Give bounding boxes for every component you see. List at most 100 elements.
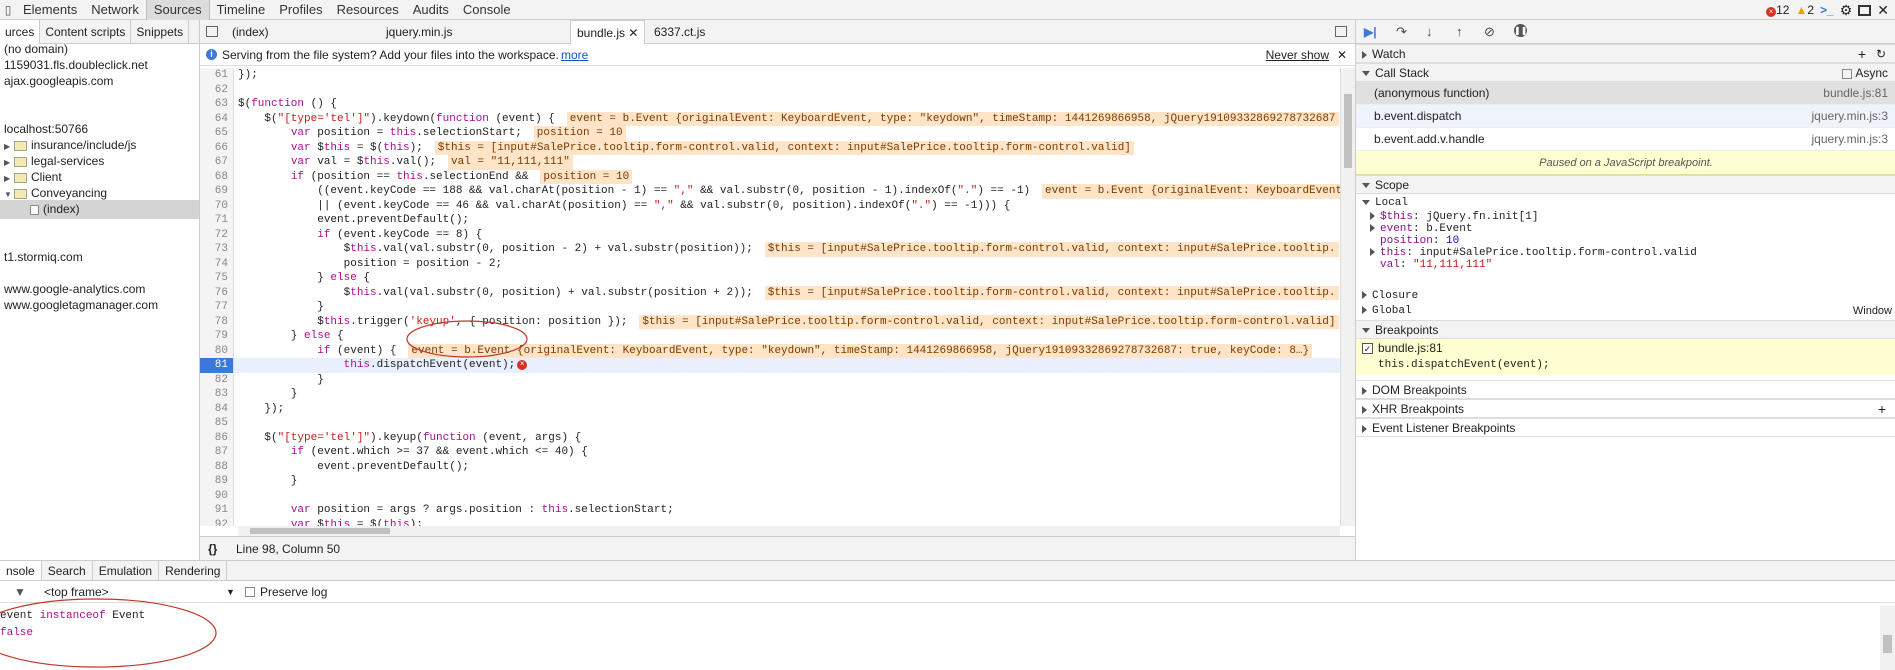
- tab-console[interactable]: nsole: [0, 561, 42, 580]
- expand-icon[interactable]: [1370, 224, 1375, 233]
- code-line[interactable]: 86 $("[type='tel']").keyup(function (eve…: [200, 430, 1340, 445]
- preserve-log-checkbox[interactable]: [245, 587, 255, 597]
- line-number[interactable]: 86: [200, 430, 234, 445]
- event-listener-breakpoints-header[interactable]: Event Listener Breakpoints: [1356, 418, 1895, 437]
- error-count[interactable]: × 12: [1766, 3, 1789, 17]
- close-tab-icon[interactable]: ✕: [628, 26, 638, 40]
- line-number[interactable]: 88: [200, 459, 234, 474]
- code-line[interactable]: 69 ((event.keyCode == 188 && val.charAt(…: [200, 184, 1340, 199]
- add-watch-icon[interactable]: +: [1858, 45, 1866, 64]
- call-frame[interactable]: b.event.add.v.handle jquery.min.js:3: [1356, 128, 1895, 151]
- code-line[interactable]: 92 var $this = $(this);: [200, 517, 1340, 526]
- line-number[interactable]: 66: [200, 140, 234, 155]
- pause-on-exceptions-icon[interactable]: ❚❚: [1514, 24, 1527, 37]
- code-line[interactable]: 63 $(function () {: [200, 97, 1340, 112]
- code-line[interactable]: 74 position = position - 2;: [200, 256, 1340, 271]
- code-line[interactable]: 88 event.preventDefault();: [200, 459, 1340, 474]
- tab-sources[interactable]: Sources: [145, 0, 210, 20]
- line-number[interactable]: 85: [200, 416, 234, 431]
- file-tab-jquery[interactable]: jquery.min.js: [380, 20, 458, 44]
- close-icon[interactable]: ✕: [1877, 2, 1889, 19]
- close-infobar-icon[interactable]: ✕: [1337, 44, 1347, 66]
- line-number[interactable]: 78: [200, 314, 234, 329]
- line-number[interactable]: 71: [200, 213, 234, 228]
- line-number[interactable]: 90: [200, 488, 234, 503]
- step-over-icon[interactable]: ↷: [1396, 24, 1407, 40]
- tab-rendering[interactable]: Rendering: [159, 561, 228, 580]
- tab-search[interactable]: Search: [42, 561, 93, 580]
- line-number[interactable]: 77: [200, 300, 234, 315]
- line-number[interactable]: 61: [200, 68, 234, 83]
- line-number[interactable]: 92: [200, 517, 234, 526]
- breakpoints-header[interactable]: Breakpoints: [1356, 320, 1895, 339]
- tree-item[interactable]: www.googletagmanager.com: [0, 296, 199, 315]
- code-line[interactable]: 67 var val = $this.val(); val = "11,111,1…: [200, 155, 1340, 170]
- code-line[interactable]: 80 if (event) {event = b.Event {original…: [200, 343, 1340, 358]
- expand-icon[interactable]: [1370, 248, 1375, 257]
- line-number[interactable]: 63: [200, 97, 234, 112]
- pretty-print-icon[interactable]: {}: [208, 537, 217, 560]
- more-link[interactable]: more: [561, 44, 588, 66]
- call-stack-header[interactable]: Call Stack Async: [1356, 63, 1895, 82]
- line-number[interactable]: 74: [200, 256, 234, 271]
- line-number[interactable]: 87: [200, 445, 234, 460]
- line-number[interactable]: 75: [200, 271, 234, 286]
- line-number[interactable]: 72: [200, 227, 234, 242]
- line-number[interactable]: 65: [200, 126, 234, 141]
- breakpoint-item[interactable]: ✓ bundle.js:81 this.dispatchEvent(event)…: [1356, 339, 1895, 375]
- toggle-debugger-icon[interactable]: [1335, 26, 1347, 37]
- never-show-link[interactable]: Never show: [1266, 44, 1329, 66]
- code-line[interactable]: 61});: [200, 68, 1340, 83]
- add-xhr-breakpoint-icon[interactable]: +: [1878, 400, 1886, 419]
- code-line[interactable]: 87 if (event.which >= 37 && event.which …: [200, 445, 1340, 460]
- console-scrollbar[interactable]: [1880, 605, 1895, 670]
- line-number[interactable]: 69: [200, 184, 234, 199]
- line-number[interactable]: 70: [200, 198, 234, 213]
- hscroll-thumb[interactable]: [250, 528, 390, 534]
- tab-elements[interactable]: Elements: [16, 0, 84, 20]
- settings-gear-icon[interactable]: ⚙: [1840, 2, 1853, 19]
- call-frame[interactable]: b.event.dispatch jquery.min.js:3: [1356, 105, 1895, 128]
- code-line[interactable]: 85: [200, 416, 1340, 431]
- code-line[interactable]: 89 }: [200, 474, 1340, 489]
- code-line[interactable]: 76 $this.val(val.substr(0, position) + v…: [200, 285, 1340, 300]
- line-number[interactable]: 84: [200, 401, 234, 416]
- line-number[interactable]: 62: [200, 82, 234, 97]
- tab-profiles[interactable]: Profiles: [272, 0, 329, 20]
- line-number[interactable]: 73: [200, 242, 234, 257]
- console-scroll-thumb[interactable]: [1883, 635, 1892, 653]
- file-tab-bundle[interactable]: bundle.js ✕: [570, 20, 646, 44]
- async-checkbox[interactable]: [1842, 68, 1853, 79]
- code-line[interactable]: 70 || (event.keyCode == 46 && val.charAt…: [200, 198, 1340, 213]
- code-line[interactable]: 68 if (position == this.selectionEnd && p…: [200, 169, 1340, 184]
- deactivate-breakpoints-icon[interactable]: ⊘: [1484, 24, 1495, 40]
- tab-emulation[interactable]: Emulation: [93, 561, 160, 580]
- code-line[interactable]: 75 } else {: [200, 271, 1340, 286]
- code-line[interactable]: 65 var position = this.selectionStart; po…: [200, 126, 1340, 141]
- scroll-thumb[interactable]: [1344, 94, 1352, 168]
- horizontal-scrollbar[interactable]: [238, 526, 1340, 536]
- warning-count[interactable]: ▲2: [1795, 3, 1814, 17]
- breakpoint-checkbox[interactable]: ✓: [1362, 343, 1373, 354]
- step-out-icon[interactable]: ↑: [1456, 24, 1463, 39]
- resume-icon[interactable]: ▶|: [1364, 25, 1377, 39]
- code-line[interactable]: 82 }: [200, 372, 1340, 387]
- line-number[interactable]: 83: [200, 387, 234, 402]
- xhr-breakpoints-header[interactable]: XHR Breakpoints +: [1356, 399, 1895, 418]
- vertical-scrollbar[interactable]: [1340, 68, 1355, 526]
- code-line[interactable]: 66 var $this = $(this); $this = [input#Sa…: [200, 140, 1340, 155]
- refresh-watch-icon[interactable]: ↻: [1876, 45, 1886, 64]
- line-number[interactable]: 82: [200, 372, 234, 387]
- tab-timeline[interactable]: Timeline: [210, 0, 273, 20]
- file-tab-ct[interactable]: 6337.ct.js: [648, 20, 711, 44]
- scope-header[interactable]: Scope: [1356, 175, 1895, 194]
- console-drawer-icon[interactable]: >_: [1820, 3, 1834, 17]
- line-number[interactable]: 81: [200, 358, 234, 373]
- scope-local[interactable]: Local: [1362, 197, 1408, 210]
- step-into-icon[interactable]: ↓: [1426, 24, 1433, 39]
- code-area[interactable]: 61}); 62 63 $(function () {64 $("[type='tel…: [200, 68, 1340, 526]
- line-number[interactable]: 64: [200, 111, 234, 126]
- frame-dropdown-icon[interactable]: ▼: [226, 581, 235, 603]
- tab-console[interactable]: Console: [456, 0, 518, 20]
- scope-closure[interactable]: Closure: [1362, 290, 1418, 303]
